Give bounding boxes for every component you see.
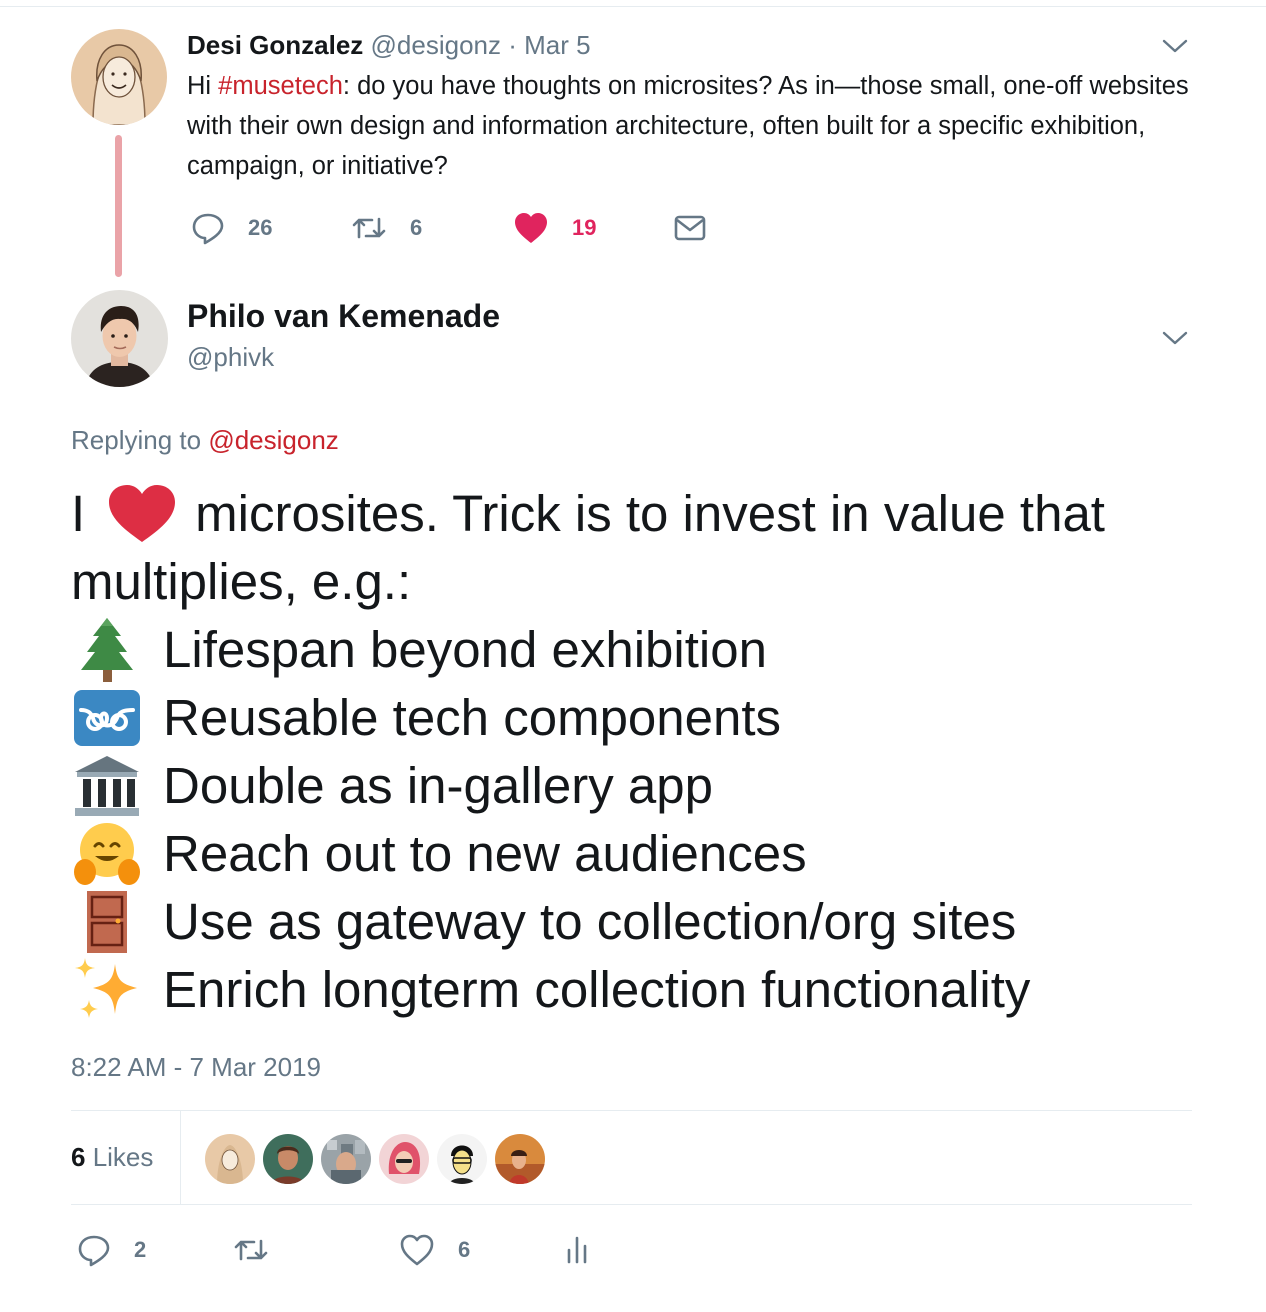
parent-tweet-date[interactable]: Mar 5 — [524, 30, 590, 60]
reply-count: 2 — [134, 1237, 147, 1262]
philo-avatar[interactable] — [71, 290, 168, 387]
parent-author-handle[interactable]: @desigonz — [371, 30, 501, 60]
tweet-timestamp[interactable]: 8:22 AM - 7 Mar 2019 — [71, 1050, 321, 1084]
envelope-icon — [672, 210, 708, 246]
liker-avatar[interactable] — [495, 1134, 545, 1184]
list-item-text: Enrich longterm collection functionality — [163, 961, 1031, 1018]
list-item: Use as gateway to collection/org sites — [71, 888, 1231, 956]
main-tweet-text: I microsites. Trick is to invest in valu… — [71, 480, 1231, 1024]
intro-line-2: multiplies, e.g.: — [71, 553, 412, 610]
retweet-count: 6 — [410, 215, 423, 240]
list-item: Reach out to new audiences — [71, 820, 1231, 888]
reply-icon — [76, 1232, 112, 1268]
red-heart-icon — [103, 480, 181, 548]
list-item-text: Reusable tech components — [163, 689, 782, 746]
divider — [71, 1204, 1192, 1205]
desi-avatar[interactable] — [71, 29, 167, 125]
sparkles-icon — [71, 956, 143, 1024]
likes-divider — [180, 1110, 181, 1204]
list-item: Reusable tech components — [71, 684, 1231, 752]
likers-avatars — [205, 1134, 553, 1184]
like-count: 6 — [458, 1237, 471, 1262]
liker-avatar[interactable] — [321, 1134, 371, 1184]
analytics-button[interactable] — [562, 1230, 592, 1270]
list-item-text: Use as gateway to collection/org sites — [163, 893, 1017, 950]
replying-to-link[interactable]: @desigonz — [208, 425, 338, 455]
main-author-name[interactable]: Philo van Kemenade — [187, 296, 500, 336]
list-item-text: Lifespan beyond exhibition — [163, 621, 767, 678]
evergreen-tree-icon — [71, 616, 143, 684]
header-separator: · — [508, 30, 517, 60]
door-icon — [71, 888, 143, 956]
likes-word: Likes — [85, 1142, 154, 1172]
hugging-face-icon — [71, 820, 143, 888]
liker-avatar[interactable] — [437, 1134, 487, 1184]
reply-icon — [190, 210, 226, 246]
chevron-down-icon[interactable] — [1160, 36, 1190, 56]
retweet-button[interactable] — [232, 1230, 270, 1270]
likes-summary[interactable]: 6 Likes — [71, 1140, 153, 1174]
parent-tweet-header: Desi Gonzalez @desigonz · Mar 5 — [187, 28, 591, 62]
list-item-text: Double as in-gallery app — [163, 757, 713, 814]
tweet-line-1: I microsites. Trick is to invest in valu… — [71, 480, 1231, 548]
divider — [71, 1110, 1192, 1111]
reply-button[interactable]: 26 — [190, 208, 272, 248]
tweet-page: Desi Gonzalez @desigonz · Mar 5 Hi #muse… — [0, 0, 1266, 1312]
list-item: Enrich longterm collection functionality — [71, 956, 1231, 1024]
reply-button[interactable]: 2 — [76, 1230, 146, 1270]
like-count: 19 — [572, 215, 597, 240]
heart-filled-icon — [512, 210, 550, 246]
bar-chart-icon — [562, 1232, 592, 1268]
double-curly-loop-icon — [71, 684, 143, 752]
intro-after-heart: microsites. Trick is to invest in value … — [195, 485, 1105, 542]
reply-count: 26 — [248, 215, 273, 240]
intro-before-heart: I — [71, 485, 86, 542]
list-item-text: Reach out to new audiences — [163, 825, 807, 882]
chevron-down-icon[interactable] — [1160, 328, 1190, 348]
tweet-line-2: multiplies, e.g.: — [71, 548, 1231, 616]
liker-avatar[interactable] — [205, 1134, 255, 1184]
retweet-icon — [350, 210, 388, 246]
parent-text-prefix: Hi — [187, 72, 219, 100]
heart-outline-icon — [398, 1232, 436, 1268]
main-author-handle[interactable]: @phivk — [187, 340, 274, 374]
list-item: Double as in-gallery app — [71, 752, 1231, 820]
like-button[interactable]: 19 — [512, 208, 596, 248]
liker-avatar[interactable] — [379, 1134, 429, 1184]
classical-building-icon — [71, 752, 143, 820]
main-tweet-actions: 2 6 — [76, 1230, 596, 1270]
retweet-icon — [232, 1232, 270, 1268]
hashtag-link[interactable]: #musetech — [218, 72, 343, 100]
thread-connector — [115, 135, 122, 277]
parent-author-name[interactable]: Desi Gonzalez — [187, 30, 363, 60]
top-divider — [0, 6, 1266, 7]
liker-avatar[interactable] — [263, 1134, 313, 1184]
list-item: Lifespan beyond exhibition — [71, 616, 1231, 684]
direct-message-button[interactable] — [672, 208, 708, 248]
replying-label: Replying to — [71, 425, 202, 455]
like-button[interactable]: 6 — [398, 1230, 470, 1270]
parent-tweet-actions: 26 6 19 — [190, 208, 750, 248]
retweet-button[interactable]: 6 — [350, 208, 422, 248]
parent-tweet-text: Hi #musetech: do you have thoughts on mi… — [187, 66, 1197, 186]
replying-to: Replying to @desigonz — [71, 423, 339, 457]
likes-count: 6 — [71, 1142, 86, 1172]
